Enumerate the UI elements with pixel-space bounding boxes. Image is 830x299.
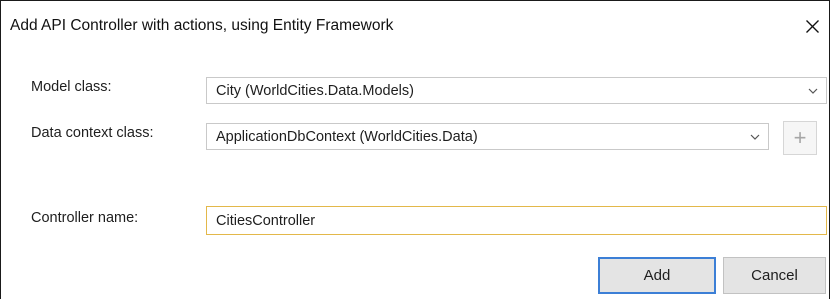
dialog-titlebar: Add API Controller with actions, using E… — [1, 1, 829, 53]
chevron-down-icon — [750, 134, 760, 140]
add-api-controller-dialog: Add API Controller with actions, using E… — [0, 0, 830, 299]
data-context-class-label: Data context class: — [31, 125, 154, 141]
model-class-label: Model class: — [31, 79, 112, 95]
chevron-down-icon — [808, 88, 818, 94]
add-data-context-button[interactable]: + — [783, 121, 817, 155]
controller-name-input[interactable] — [207, 207, 826, 234]
cancel-button[interactable]: Cancel — [723, 257, 826, 294]
controller-name-label: Controller name: — [31, 210, 139, 226]
model-class-value: City (WorldCities.Data.Models) — [216, 83, 414, 99]
dialog-title: Add API Controller with actions, using E… — [10, 17, 394, 34]
model-class-select[interactable]: City (WorldCities.Data.Models) — [206, 77, 827, 104]
add-button[interactable]: Add — [598, 257, 716, 294]
controller-name-field-wrapper — [206, 206, 827, 235]
plus-icon: + — [793, 125, 807, 150]
close-icon — [805, 19, 819, 33]
data-context-class-select[interactable]: ApplicationDbContext (WorldCities.Data) — [206, 123, 769, 150]
close-button[interactable] — [797, 11, 827, 41]
data-context-class-value: ApplicationDbContext (WorldCities.Data) — [216, 129, 478, 145]
